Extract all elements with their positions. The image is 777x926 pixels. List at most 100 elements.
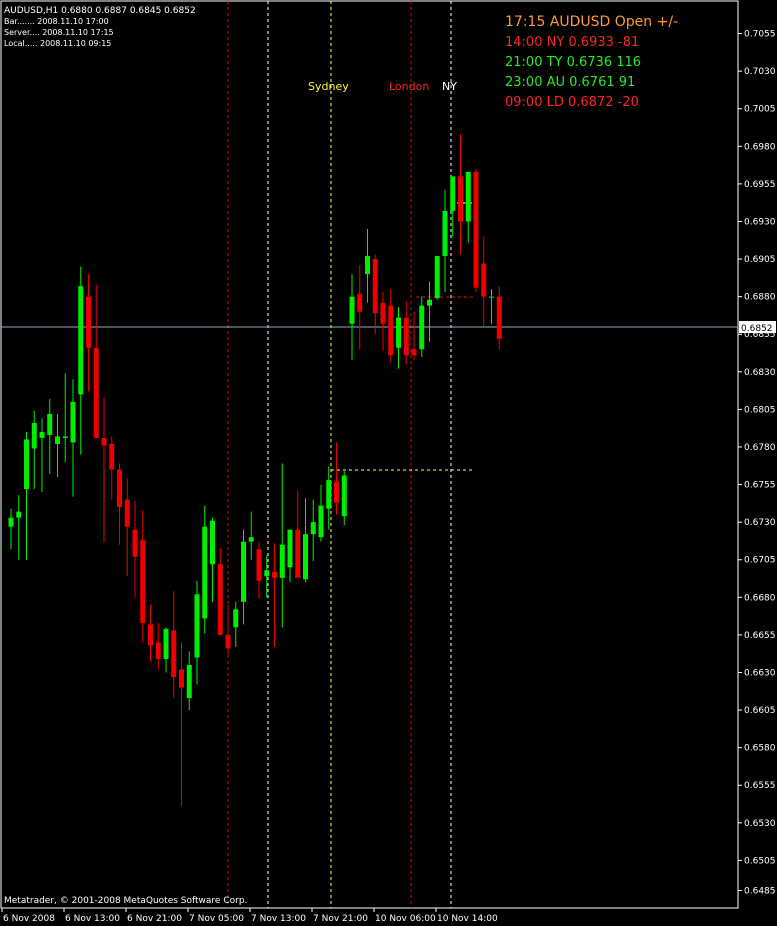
bearish-candle xyxy=(481,263,487,297)
bullish-candle xyxy=(310,522,316,535)
bearish-candle xyxy=(496,296,502,339)
y-tick-label: 0.6980 xyxy=(744,142,776,152)
bullish-candle xyxy=(396,317,401,348)
bearish-candle xyxy=(86,296,91,348)
bearish-candle xyxy=(295,529,301,578)
y-tick-label: 0.6930 xyxy=(744,217,776,227)
sessions-panel-title: 17:15 AUDUSD Open +/- xyxy=(505,14,678,30)
sydney-label: Sydney xyxy=(308,80,349,93)
bearish-candle xyxy=(272,571,277,578)
current-price-marker: 0.6852 xyxy=(739,321,776,334)
bullish-candle xyxy=(287,529,293,568)
bullish-candle xyxy=(303,534,308,580)
bearish-candle xyxy=(101,437,107,446)
y-tick-label: 0.6805 xyxy=(744,405,776,415)
bullish-candle xyxy=(16,511,22,518)
current-price-label: 0.6852 xyxy=(741,324,773,334)
bullish-candle xyxy=(434,256,440,299)
bullish-candle xyxy=(489,296,494,298)
bullish-candle xyxy=(318,505,324,538)
bearish-candle xyxy=(473,171,479,288)
x-tick-label: 6 Nov 13:00 xyxy=(65,914,120,924)
session-row-au: 23:00 AU 0.6761 91 xyxy=(505,75,635,90)
bearish-candle xyxy=(372,259,378,314)
bearish-candle xyxy=(124,499,130,527)
bullish-candle xyxy=(78,286,84,395)
bullish-candle xyxy=(264,570,270,577)
bearish-candle xyxy=(458,176,463,222)
y-tick-label: 0.6955 xyxy=(744,180,776,190)
bullish-candle xyxy=(55,436,60,444)
bullish-candle xyxy=(248,537,254,542)
y-tick-label: 0.6505 xyxy=(744,856,776,866)
bullish-candle xyxy=(202,526,208,619)
bullish-candle xyxy=(39,431,45,438)
server-time-line: Server.... 2008.11.10 17:15 xyxy=(4,28,114,37)
ny-label: NY xyxy=(442,80,457,93)
y-tick-label: 0.6485 xyxy=(744,886,776,896)
bearish-candle xyxy=(132,529,138,557)
bearish-candle xyxy=(256,549,262,581)
bearish-candle xyxy=(148,624,153,646)
bearish-candle xyxy=(155,642,161,659)
local-time-line: Local..... 2008.11.10 09:15 xyxy=(4,39,111,48)
bullish-candle xyxy=(241,541,246,602)
y-tick-label: 0.6730 xyxy=(744,518,776,528)
x-tick-label: 7 Nov 21:00 xyxy=(313,914,368,924)
bullish-candle xyxy=(427,299,432,306)
y-tick-label: 0.6530 xyxy=(744,819,776,829)
bearish-candle xyxy=(117,469,122,508)
bullish-candle xyxy=(465,171,471,222)
x-tick-label: 6 Nov 2008 xyxy=(3,914,55,924)
x-tick-label: 7 Nov 13:00 xyxy=(251,914,306,924)
y-tick-label: 0.6705 xyxy=(744,556,776,566)
x-tick-label: 7 Nov 05:00 xyxy=(189,914,244,924)
bullish-candle xyxy=(279,544,285,578)
bullish-candle xyxy=(8,517,14,527)
bearish-candle xyxy=(403,317,409,356)
symbol-ohlc-line: AUDUSD,H1 0.6880 0.6887 0.6845 0.6852 xyxy=(4,6,196,16)
bullish-candle xyxy=(419,305,425,350)
copyright-text: Metatrader, © 2001-2008 MetaQuotes Softw… xyxy=(4,896,247,906)
session-row-ty: 21:00 TY 0.6736 116 xyxy=(505,55,641,70)
y-tick-label: 0.7030 xyxy=(744,67,776,77)
bearish-candle xyxy=(140,540,146,623)
bar-time-line: Bar....... 2008.11.10 17:00 xyxy=(4,17,109,26)
bullish-candle xyxy=(186,664,192,699)
y-tick-label: 0.6655 xyxy=(744,631,776,641)
candlestick-chart: 0.7055 0.7030 0.7005 0.6980 0.6955 0.6930 0.69… xyxy=(0,0,777,926)
bullish-candle xyxy=(442,210,448,257)
y-tick-label: 0.6630 xyxy=(744,668,776,678)
bullish-candle xyxy=(24,439,29,490)
y-tick-label: 0.6880 xyxy=(744,293,776,303)
x-tick-label: 6 Nov 21:00 xyxy=(127,914,182,924)
bullish-candle xyxy=(233,609,239,628)
bearish-candle xyxy=(380,302,386,324)
bearish-candle xyxy=(217,564,223,635)
y-tick-label: 0.7055 xyxy=(744,30,776,40)
bullish-candle xyxy=(70,401,76,443)
y-tick-label: 0.6680 xyxy=(744,593,776,603)
y-tick-label: 0.6780 xyxy=(744,443,776,453)
y-tick-label: 0.6905 xyxy=(744,255,776,265)
x-tick-label: 10 Nov 14:00 xyxy=(437,914,498,924)
bullish-candle xyxy=(349,296,355,324)
bearish-candle xyxy=(171,630,177,678)
bearish-candle xyxy=(388,305,394,356)
bearish-candle xyxy=(225,634,231,649)
bullish-candle xyxy=(47,413,53,435)
y-tick-label: 0.6830 xyxy=(744,368,776,378)
london-label: London xyxy=(389,80,429,93)
bullish-candle xyxy=(31,422,37,449)
y-tick-label: 0.7005 xyxy=(744,105,776,115)
session-row-ny: 14:00 NY 0.6933 -81 xyxy=(505,35,639,50)
bullish-candle xyxy=(62,436,68,438)
bullish-candle xyxy=(210,520,215,565)
bullish-candle xyxy=(194,594,200,658)
bearish-candle xyxy=(357,293,363,312)
y-tick-label: 0.6755 xyxy=(744,481,776,491)
bullish-candle xyxy=(326,480,332,509)
bearish-candle xyxy=(411,349,417,356)
x-tick-label: 10 Nov 06:00 xyxy=(375,914,436,924)
bearish-candle xyxy=(109,443,115,470)
